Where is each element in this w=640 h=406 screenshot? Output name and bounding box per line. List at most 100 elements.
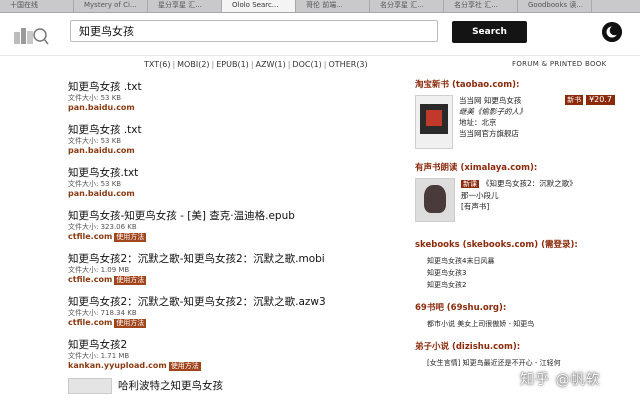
- usage-method-button[interactable]: 使用方法: [168, 361, 201, 371]
- result-file-size: 文件大小: 718.34 KB: [68, 309, 137, 317]
- result-title-link[interactable]: 知更鸟女孩2: [68, 339, 398, 352]
- format-filter-txt[interactable]: TXT(6): [144, 60, 170, 69]
- browser-tab[interactable]: Goodbooks 读...: [518, 0, 592, 12]
- shu69-section: 69书吧 (69shu.org): 都市小说 美女上司很傲娇 - 知更鸟: [415, 303, 625, 330]
- dark-mode-toggle-icon[interactable]: [602, 22, 622, 42]
- result-source: kankan.yyupload.com 使用方法: [68, 361, 398, 371]
- result-item: 知更鸟女孩 .txt 文件大小: 53 KB pan.baidu.com: [68, 81, 398, 113]
- dizishu-list-item[interactable]: [女生言情] 知更鸟最近还是不开心 - 江轻何: [427, 357, 625, 369]
- browser-tab[interactable]: 名分享星 汇...: [370, 0, 444, 12]
- browser-tab[interactable]: 哥伦 前端...: [296, 0, 370, 12]
- result-item: 知更鸟女孩2 文件大小: 1.71 MB kankan.yyupload.com 使用…: [68, 339, 398, 371]
- format-filter-other[interactable]: OTHER(3): [329, 60, 368, 69]
- price-badge: ¥20.7: [586, 95, 615, 105]
- browser-tab-strip: 十国在线 Mystery of Ci... 星分享星 汇... Ololo Searc…: [0, 0, 640, 13]
- result-title-link[interactable]: 知更鸟女孩2：沉默之歌-知更鸟女孩2：沉默之歌.azw3: [68, 296, 398, 309]
- result-item-partial: 哈利波特之知更鸟女孩: [68, 378, 398, 394]
- new-book-tag: 新书: [565, 95, 584, 105]
- result-source-link[interactable]: pan.baidu.com: [68, 103, 135, 113]
- result-file-size: 文件大小: 53 KB: [68, 180, 122, 188]
- result-source: ctfile.com 使用方法: [68, 318, 398, 328]
- result-title-link[interactable]: 知更鸟女孩-知更鸟女孩 - [美] 查克·温迪格.epub: [68, 210, 398, 223]
- result-source: pan.baidu.com: [68, 146, 398, 156]
- browser-tab[interactable]: 十国在线: [0, 0, 74, 12]
- result-source-link[interactable]: pan.baidu.com: [68, 189, 135, 199]
- result-source-link[interactable]: pan.baidu.com: [68, 146, 135, 156]
- result-source: pan.baidu.com: [68, 103, 398, 113]
- result-title-link[interactable]: 知更鸟女孩 .txt: [68, 124, 398, 137]
- search-results: 知更鸟女孩 .txt 文件大小: 53 KB pan.baidu.com 知更鸟女孩 …: [68, 81, 398, 394]
- ximalaya-book-name[interactable]: 《知更鸟女孩2：沉默之歌》: [482, 179, 577, 188]
- taobao-book-name[interactable]: 当当网 知更鸟女孩: [459, 95, 527, 106]
- browser-tab[interactable]: Mystery of Ci...: [74, 0, 148, 12]
- dizishu-title[interactable]: 弟子小说 (dizishu.com):: [415, 342, 625, 353]
- shu69-list: 都市小说 美女上司很傲娇 - 知更鸟: [415, 318, 625, 330]
- result-source-link[interactable]: kankan.yyupload.com: [68, 361, 167, 371]
- browser-tab[interactable]: 星分享星 汇...: [148, 0, 222, 12]
- result-item: 知更鸟女孩2：沉默之歌-知更鸟女孩2：沉默之歌.mobi 文件大小: 1.09 M…: [68, 253, 398, 285]
- format-filter-epub[interactable]: EPUB(1): [216, 60, 249, 69]
- new-course-tag: 新课: [461, 180, 479, 188]
- result-title-link[interactable]: 知更鸟女孩.txt: [68, 167, 398, 180]
- ximalaya-item[interactable]: 新课 《知更鸟女孩2：沉默之歌》 那一小段儿 [有声书]: [415, 178, 625, 222]
- taobao-shop[interactable]: 当当网官方旗舰店: [459, 128, 527, 139]
- result-file-size: 文件大小: 323.06 KB: [68, 223, 137, 231]
- result-source: pan.baidu.com: [68, 189, 398, 199]
- search-button[interactable]: Search: [452, 21, 527, 43]
- usage-method-button[interactable]: 使用方法: [114, 318, 147, 328]
- result-item: 知更鸟女孩2：沉默之歌-知更鸟女孩2：沉默之歌.azw3 文件大小: 718.34…: [68, 296, 398, 328]
- format-separator: |: [323, 60, 327, 69]
- forum-printed-book-link[interactable]: FORUM & PRINTED BOOK: [512, 60, 606, 68]
- result-file-size: 文件大小: 53 KB: [68, 137, 122, 145]
- result-thumbnail-image[interactable]: [68, 378, 112, 394]
- result-source: ctfile.com 使用方法: [68, 232, 398, 242]
- result-title-link[interactable]: 知更鸟女孩2：沉默之歌-知更鸟女孩2：沉默之歌.mobi: [68, 253, 398, 266]
- result-item: 知更鸟女孩.txt 文件大小: 53 KB pan.baidu.com: [68, 167, 398, 199]
- result-item: 知更鸟女孩 .txt 文件大小: 53 KB pan.baidu.com: [68, 124, 398, 156]
- format-filter-azw[interactable]: AZW(1): [256, 60, 286, 69]
- zhihu-watermark: 知乎 @帆软: [520, 372, 601, 388]
- result-title-link[interactable]: 哈利波特之知更鸟女孩: [118, 380, 223, 393]
- usage-method-button[interactable]: 使用方法: [114, 232, 147, 242]
- price-tags: 新书 ¥20.7: [565, 95, 615, 105]
- search-input[interactable]: [70, 20, 438, 42]
- result-file-size: 文件大小: 1.71 MB: [68, 352, 130, 360]
- shu69-title[interactable]: 69书吧 (69shu.org):: [415, 303, 625, 314]
- browser-tab[interactable]: Ololo Searc...: [222, 0, 296, 12]
- result-item: 知更鸟女孩-知更鸟女孩 - [美] 查克·温迪格.epub 文件大小: 323.0…: [68, 210, 398, 242]
- skebooks-section: skebooks (skebooks.com) (需登录): 知更鸟女孩4末日风…: [415, 240, 625, 291]
- result-file-size: 文件大小: 53 KB: [68, 94, 122, 102]
- skebooks-title[interactable]: skebooks (skebooks.com) (需登录):: [415, 240, 625, 251]
- result-source-link[interactable]: ctfile.com: [68, 232, 112, 242]
- skebooks-list: 知更鸟女孩4末日风暴 知更鸟女孩3 知更鸟女孩2: [415, 255, 625, 291]
- taobao-book[interactable]: 当当网 知更鸟女孩 继美《偷影子的人》 地址：北京 当当网官方旗舰店 新书 ¥2…: [415, 95, 625, 149]
- book-cover-image[interactable]: [415, 95, 453, 149]
- skebooks-list-item[interactable]: 知更鸟女孩2: [427, 279, 625, 291]
- taobao-location: 地址：北京: [459, 118, 497, 127]
- dizishu-section: 弟子小说 (dizishu.com): [女生言情] 知更鸟最近还是不开心 - …: [415, 342, 625, 369]
- usage-method-button[interactable]: 使用方法: [114, 275, 147, 285]
- site-logo-icon[interactable]: [12, 22, 50, 46]
- format-filter-bar: TXT(6) | MOBI(2) | EPUB(1) | AZW(1) | DOC(1) | OTH…: [144, 60, 368, 69]
- format-filter-mobi[interactable]: MOBI(2): [177, 60, 209, 69]
- ximalaya-section: 有声书朗读 (ximalaya.com): 新课 《知更鸟女孩2：沉默之歌》 那一…: [415, 163, 625, 222]
- ximalaya-narrator: 那一小段儿: [461, 191, 499, 200]
- taobao-section: 淘宝新书 (taobao.com): 当当网 知更鸟女孩 继美《偷影子的人》 地…: [415, 80, 625, 149]
- header: Search: [0, 13, 640, 56]
- result-source-link[interactable]: ctfile.com: [68, 318, 112, 328]
- browser-tab[interactable]: 名分享社 汇...: [444, 0, 518, 12]
- dizishu-list: [女生言情] 知更鸟最近还是不开心 - 江轻何: [415, 357, 625, 369]
- ximalaya-type: [有声书]: [461, 202, 490, 211]
- shu69-list-item[interactable]: 都市小说 美女上司很傲娇 - 知更鸟: [427, 318, 625, 330]
- format-separator: |: [250, 60, 254, 69]
- sidebar: 淘宝新书 (taobao.com): 当当网 知更鸟女孩 继美《偷影子的人》 地…: [415, 80, 625, 381]
- format-filter-doc[interactable]: DOC(1): [292, 60, 321, 69]
- ximalaya-info: 新课 《知更鸟女孩2：沉默之歌》 那一小段儿 [有声书]: [461, 178, 577, 222]
- taobao-title[interactable]: 淘宝新书 (taobao.com):: [415, 80, 625, 91]
- result-source-link[interactable]: ctfile.com: [68, 275, 112, 285]
- result-title-link[interactable]: 知更鸟女孩 .txt: [68, 81, 398, 94]
- skebooks-list-item[interactable]: 知更鸟女孩4末日风暴: [427, 255, 625, 267]
- skebooks-list-item[interactable]: 知更鸟女孩3: [427, 267, 625, 279]
- ximalaya-title[interactable]: 有声书朗读 (ximalaya.com):: [415, 163, 625, 174]
- audiobook-cover-image[interactable]: [415, 178, 455, 222]
